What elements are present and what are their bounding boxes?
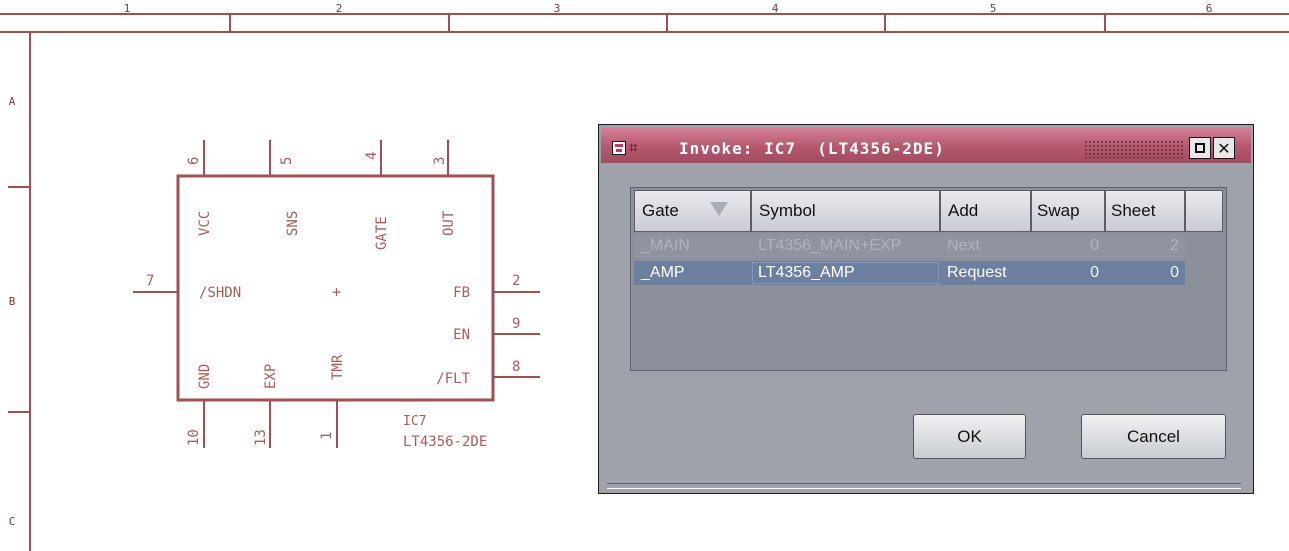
close-button[interactable]: ✕ — [1213, 137, 1235, 159]
app-icon[interactable] — [612, 141, 626, 155]
swap-cell: 0 — [1090, 264, 1099, 281]
pin-number: 4 — [364, 152, 380, 160]
column-header-filler — [1185, 190, 1223, 232]
column-header-swap[interactable]: Swap — [1031, 190, 1105, 232]
frame-column-label: 4 — [771, 2, 779, 15]
pin-name: FB — [453, 285, 470, 301]
pin-number: 3 — [432, 157, 448, 165]
part-name: IC7 — [403, 414, 426, 429]
pin-number: 6 — [186, 157, 202, 165]
column-header-add[interactable]: Add — [940, 190, 1031, 232]
frame-col-divider — [1104, 13, 1106, 33]
pin-name: /FLT — [436, 371, 470, 387]
gate-cell: _MAIN — [641, 237, 690, 254]
pin-name: GATE — [374, 216, 390, 250]
ic-symbol[interactable]: 6 5 4 3 VCC SNS GATE OUT 7 /SHDN + FB EN… — [0, 0, 600, 551]
titlebar-grip — [1084, 140, 1184, 158]
pin-number: 10 — [186, 429, 202, 446]
sort-descending-icon — [710, 202, 728, 216]
dialog-titlebar[interactable]: ⌗ Invoke: IC7 (LT4356-2DE) ✕ — [601, 127, 1251, 163]
symbol-cell: LT4356_MAIN+EXP — [758, 237, 902, 254]
frame-col-divider — [884, 13, 886, 33]
ok-button[interactable]: OK — [913, 414, 1026, 459]
maximize-button[interactable] — [1189, 137, 1211, 159]
pin-number: 8 — [512, 359, 520, 375]
pin-number: 5 — [279, 157, 295, 165]
invoke-dialog[interactable]: ⌗ Invoke: IC7 (LT4356-2DE) ✕ Gate Symbol… — [598, 124, 1254, 494]
column-header-symbol[interactable]: Symbol — [751, 190, 940, 232]
pin-icon[interactable]: ⌗ — [629, 138, 637, 156]
frame-col-divider — [666, 13, 668, 33]
pin-name: /SHDN — [199, 285, 241, 301]
pin-name: EXP — [263, 364, 279, 389]
pin-name: VCC — [197, 211, 213, 236]
dialog-status-bar — [607, 483, 1241, 489]
gate-cell: _AMP — [641, 264, 685, 281]
pin-name: GND — [197, 364, 213, 389]
sheet-cell: 0 — [1170, 264, 1179, 281]
cancel-button[interactable]: Cancel — [1081, 414, 1226, 459]
origin-mark: + — [332, 283, 341, 301]
column-header-label: Add — [948, 201, 979, 220]
column-header-gate[interactable]: Gate — [634, 190, 751, 232]
pin-number: 7 — [146, 273, 154, 289]
pin-name: SNS — [285, 211, 301, 236]
part-value: LT4356-2DE — [403, 434, 487, 450]
pin-number: 9 — [512, 316, 520, 332]
gate-table[interactable]: Gate Symbol Add Swap Sheet _MAIN LT4356_… — [630, 187, 1227, 371]
add-cell: Request — [947, 264, 1007, 281]
pin-name: EN — [453, 327, 470, 343]
swap-cell: 0 — [1090, 237, 1099, 254]
pin-name: OUT — [441, 210, 457, 236]
sheet-cell: 2 — [1170, 237, 1179, 254]
column-header-sheet[interactable]: Sheet — [1105, 190, 1185, 232]
frame-column-label: 6 — [1205, 2, 1213, 15]
frame-column-label: 5 — [989, 2, 997, 15]
symbol-cell: LT4356_AMP — [751, 261, 940, 285]
add-cell: Next — [947, 237, 980, 254]
pin-name: TMR — [330, 354, 346, 380]
pin-number: 2 — [512, 273, 520, 289]
column-header-label: Sheet — [1111, 201, 1156, 220]
column-header-label: Gate — [642, 201, 679, 220]
column-header-label: Swap — [1037, 201, 1080, 220]
pin-number: 1 — [319, 432, 335, 440]
column-header-label: Symbol — [759, 201, 816, 220]
dialog-title: Invoke: IC7 (LT4356-2DE) — [679, 139, 945, 158]
pin-number: 13 — [253, 429, 269, 446]
